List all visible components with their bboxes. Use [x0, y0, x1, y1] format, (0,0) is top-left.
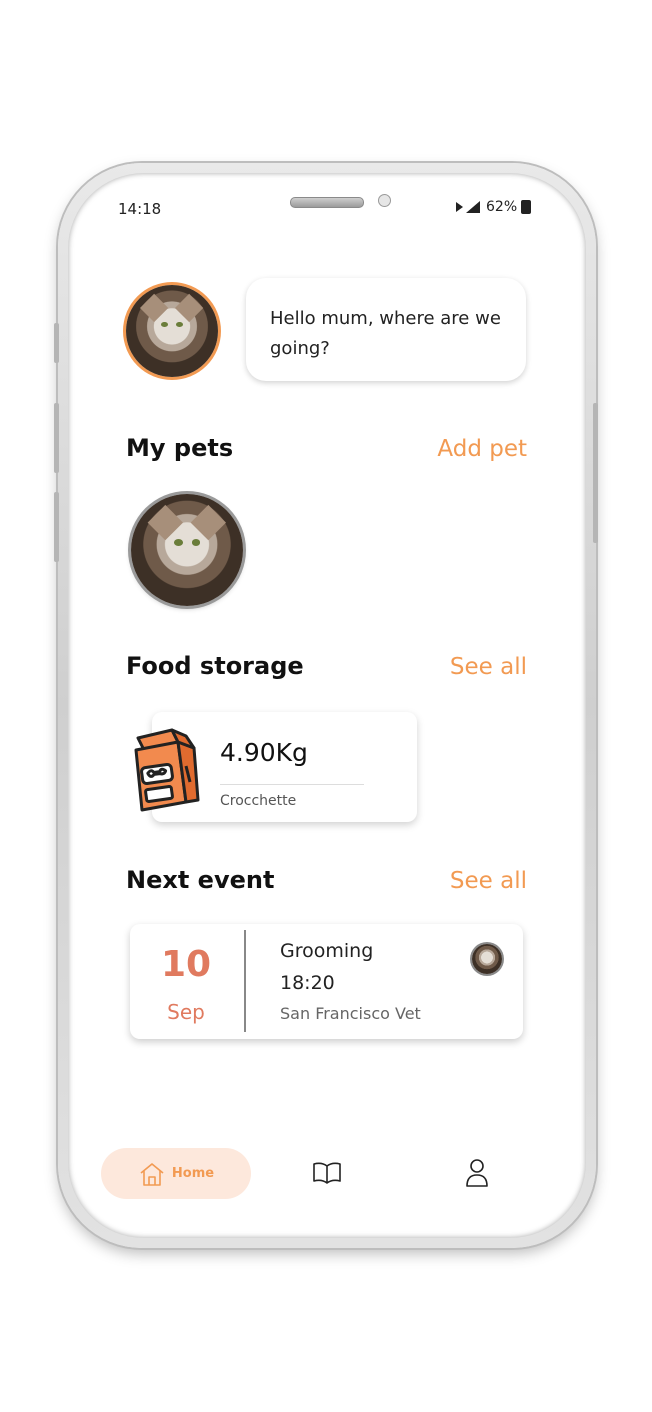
food-see-all-link[interactable]: See all	[450, 654, 527, 680]
battery-icon	[521, 200, 532, 214]
my-pets-title: My pets	[126, 434, 234, 462]
nav-home-button[interactable]: Home	[101, 1148, 251, 1199]
front-camera	[378, 194, 391, 207]
pet-avatar-greeting[interactable]	[126, 285, 218, 377]
food-bag-icon	[134, 728, 200, 812]
nav-home-label: Home	[171, 1166, 215, 1181]
event-title: Grooming	[280, 940, 374, 962]
greeting-bubble: Hello mum, where are we going?	[246, 278, 526, 381]
status-indicators: 62%	[456, 199, 532, 215]
event-time: 18:20	[280, 972, 335, 994]
event-see-all-link[interactable]: See all	[450, 868, 527, 894]
food-name: Crocchette	[220, 793, 297, 809]
event-place: San Francisco Vet	[280, 1004, 421, 1023]
battery-percent: 62%	[486, 199, 518, 215]
status-time: 14:18	[118, 200, 162, 218]
cat-photo	[472, 944, 502, 974]
food-storage-title: Food storage	[126, 652, 304, 680]
user-icon[interactable]	[465, 1158, 489, 1188]
book-icon[interactable]	[312, 1161, 342, 1185]
food-divider	[220, 784, 364, 785]
add-pet-link[interactable]: Add pet	[437, 436, 527, 462]
speaker-grille	[290, 197, 364, 208]
event-day: 10	[160, 944, 212, 985]
event-month: Sep	[167, 1000, 205, 1024]
event-card[interactable]: 10 Sep Grooming 18:20 San Francisco Vet	[130, 924, 523, 1039]
event-pet-avatar	[472, 944, 502, 974]
pet-avatar[interactable]	[131, 494, 243, 606]
food-amount: 4.90Kg	[220, 738, 308, 767]
home-icon	[140, 1162, 164, 1186]
greeting-text: Hello mum, where are we going?	[270, 308, 501, 359]
cat-photo	[126, 285, 218, 377]
event-divider	[244, 930, 246, 1032]
next-event-title: Next event	[126, 866, 275, 894]
cat-photo	[131, 494, 243, 606]
signal-icon	[456, 201, 480, 213]
